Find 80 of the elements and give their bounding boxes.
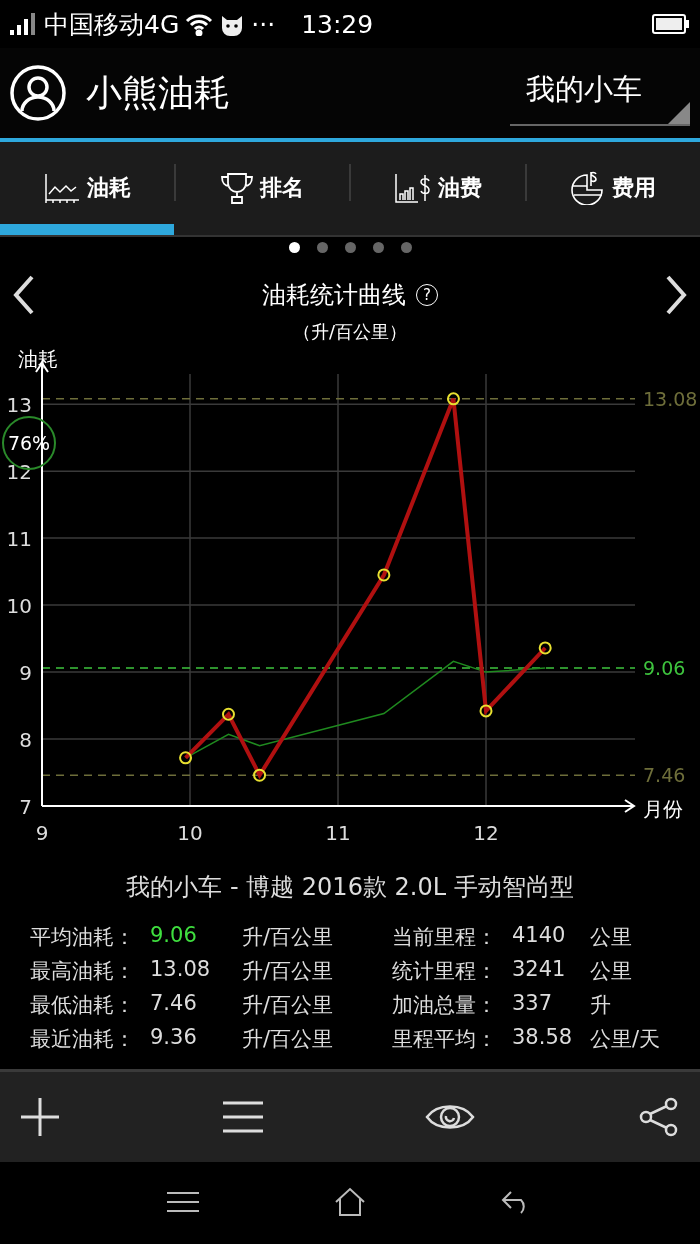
- car-model: 我的小车 - 博越 2016款 2.0L 手动智尚型: [125, 872, 575, 903]
- x-tick-label: 12: [473, 821, 499, 845]
- stat-value: 9.06: [150, 923, 198, 949]
- y-tick-label: 10: [6, 594, 32, 619]
- x-tick-label: 10: [177, 821, 203, 845]
- add-icon: [20, 1097, 60, 1137]
- toolbar-button[interactable]: [20, 1097, 60, 1137]
- app-title: 小熊油耗: [86, 70, 230, 115]
- toolbar-button[interactable]: [637, 1097, 680, 1137]
- stat-unit: 升/百公里: [242, 1026, 334, 1053]
- stat-unit: 公里: [590, 958, 632, 985]
- reference-label: 9.06: [643, 657, 686, 680]
- stat-label: 平均油耗：: [30, 924, 136, 951]
- data-point: [538, 641, 552, 655]
- tab[interactable]: 油费: [351, 142, 525, 235]
- clock: 13:29: [301, 9, 374, 39]
- menu-icon[interactable]: [167, 1190, 200, 1213]
- data-point: [222, 707, 235, 721]
- data-point: [479, 704, 493, 718]
- x-tick-label: 11: [325, 821, 351, 845]
- data-point: [179, 751, 193, 765]
- stat-value: 9.36: [150, 1025, 198, 1051]
- bar-chart-dollar-icon: [393, 172, 432, 204]
- y-tick-label: 7: [19, 795, 32, 819]
- corner-triangle-icon: [668, 102, 690, 124]
- x-tick-label: 9: [35, 821, 49, 845]
- avatar-icon[interactable]: [10, 65, 66, 121]
- home-icon[interactable]: [334, 1186, 366, 1217]
- y-tick-label: 8: [19, 728, 32, 753]
- y-tick-label: 11: [6, 527, 32, 552]
- data-point: [446, 392, 460, 406]
- tab[interactable]: 排名: [175, 142, 349, 235]
- chart-unit: （升/百公里）: [291, 320, 409, 344]
- signal-icon: [10, 12, 38, 36]
- y-tick-label: 9: [19, 661, 32, 686]
- stat-unit: 升/百公里: [242, 992, 334, 1019]
- stat-value: 13.08: [150, 957, 212, 983]
- stat-unit: 升: [590, 992, 611, 1019]
- stat-label: 加油总量：: [392, 992, 498, 1019]
- stat-unit: 升/百公里: [242, 924, 334, 951]
- line-chart-icon: [42, 172, 81, 204]
- trophy-icon: [220, 171, 255, 205]
- stat-unit: 公里/天: [590, 1026, 661, 1053]
- menu-icon: [222, 1101, 263, 1133]
- stat-value: 337: [512, 991, 554, 1017]
- data-point: [253, 768, 267, 782]
- page-dot[interactable]: [400, 242, 412, 253]
- toolbar-button[interactable]: [222, 1101, 263, 1133]
- wifi-icon: [185, 12, 214, 36]
- page-dot[interactable]: [344, 242, 356, 253]
- battery-icon: [652, 14, 690, 34]
- stat-label: 当前里程：: [392, 924, 498, 951]
- x-axis-title: 月份: [643, 797, 683, 821]
- stat-label: 统计里程：: [392, 958, 498, 985]
- tab[interactable]: 费用: [526, 142, 700, 235]
- reference-label: 7.46: [643, 764, 686, 787]
- reference-label: 13.08: [643, 387, 698, 410]
- stat-value: 38.58: [512, 1025, 574, 1051]
- y-tick-label: 13: [6, 393, 32, 418]
- more-indicator: ···: [251, 9, 276, 39]
- stat-label: 最高油耗：: [30, 958, 136, 985]
- stat-label: 里程平均：: [392, 1026, 498, 1053]
- chart-title: 油耗统计曲线: [262, 280, 406, 311]
- tab[interactable]: 油耗: [0, 142, 174, 235]
- share-icon: [637, 1097, 680, 1137]
- page-dot[interactable]: [316, 242, 328, 253]
- stat-value: 3241: [512, 957, 567, 983]
- stat-label: 最近油耗：: [30, 1026, 136, 1053]
- stat-value: 7.46: [150, 991, 198, 1017]
- page-dot[interactable]: [288, 242, 300, 253]
- stat-unit: 升/百公里: [242, 958, 334, 985]
- data-point: [377, 568, 391, 582]
- car-dropdown[interactable]: 我的小车: [510, 60, 690, 126]
- stat-unit: 公里: [590, 924, 632, 951]
- chevron-right-icon[interactable]: [664, 275, 688, 315]
- stat-label: 最低油耗：: [30, 992, 136, 1019]
- carrier-name: 中国移动4G: [44, 8, 180, 41]
- stat-value: 4140: [512, 923, 567, 949]
- page-dot[interactable]: [372, 242, 384, 253]
- chevron-left-icon[interactable]: [12, 275, 36, 315]
